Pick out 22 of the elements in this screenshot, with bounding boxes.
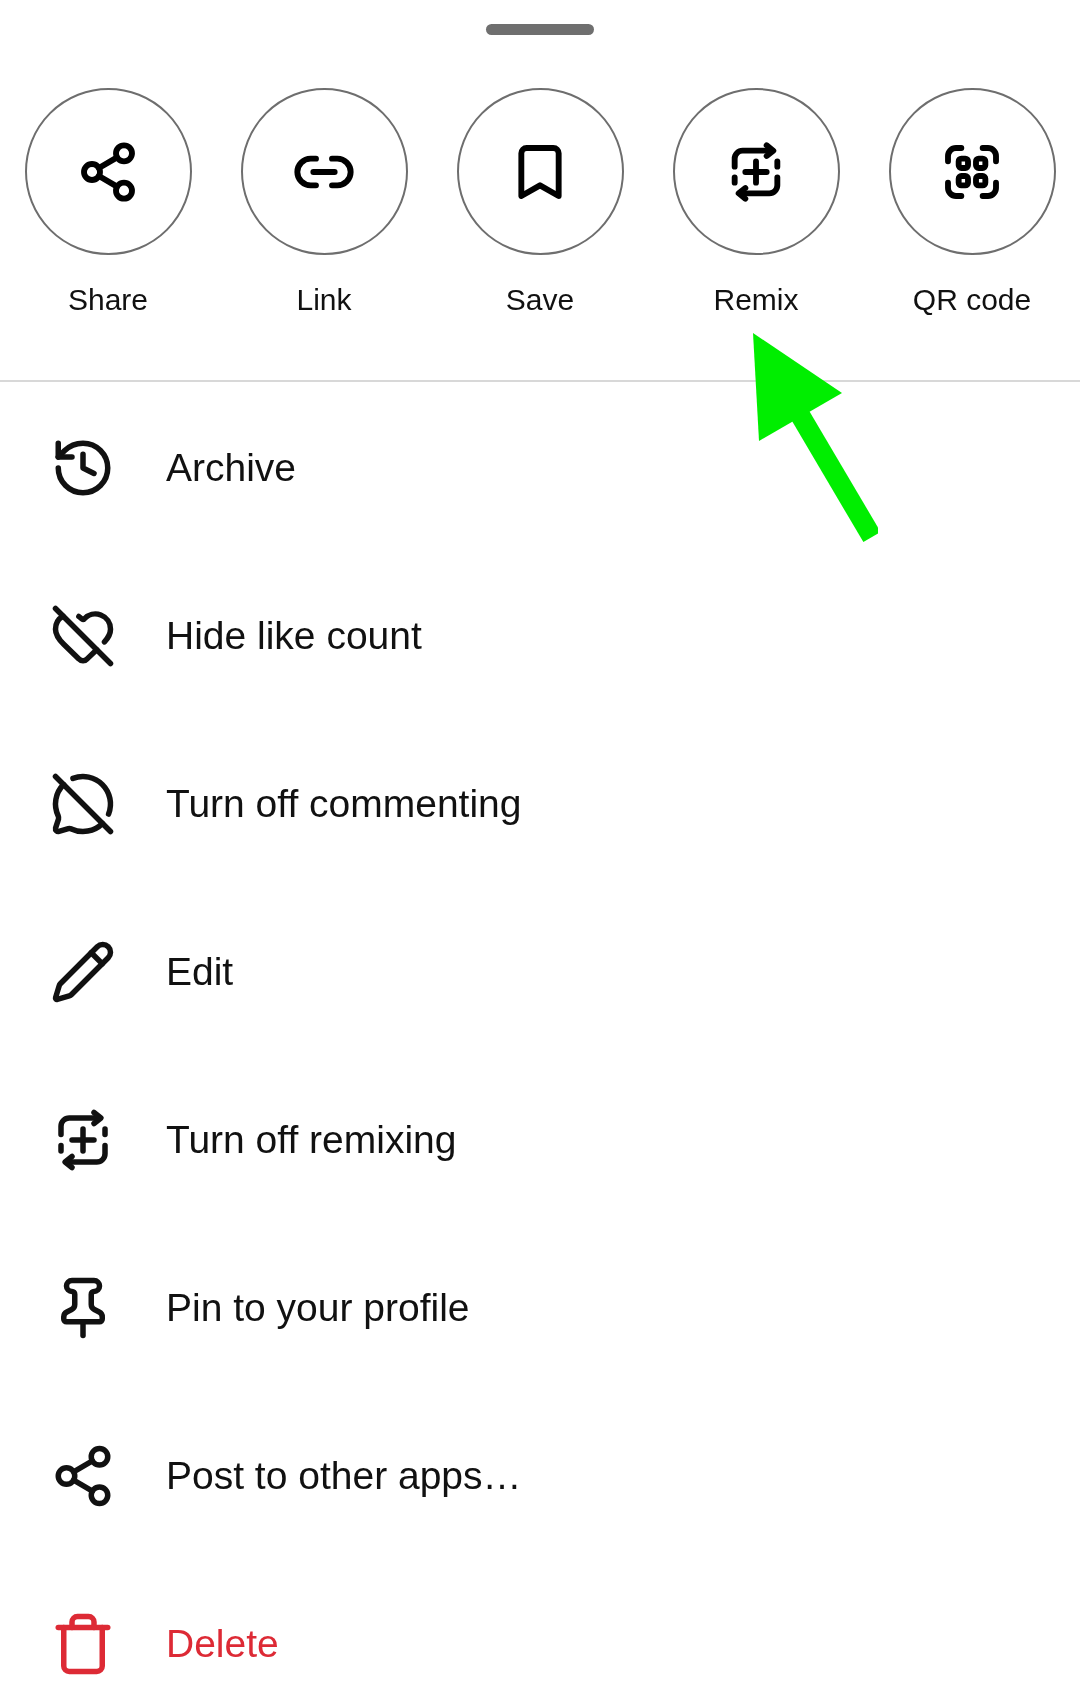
crossed-heart-icon — [50, 603, 116, 669]
action-circle-button[interactable] — [888, 88, 1056, 255]
action-label: Remix — [713, 282, 799, 318]
action-circle-button[interactable] — [24, 88, 192, 255]
menu-item[interactable]: Pin to your profile — [0, 1224, 1080, 1392]
menu-item[interactable]: Turn off remixing — [0, 1056, 1080, 1224]
menu-item[interactable]: Post to other apps… — [0, 1392, 1080, 1560]
drag-handle[interactable] — [486, 24, 594, 35]
action-circle-button[interactable] — [240, 88, 408, 255]
action-label: Link — [296, 282, 352, 318]
action-label: QR code — [912, 282, 1032, 318]
menu-item[interactable]: Hide like count — [0, 552, 1080, 720]
pencil-icon — [50, 939, 116, 1005]
menu-item[interactable]: Delete — [0, 1560, 1080, 1687]
action-circle-button[interactable] — [456, 88, 624, 255]
action-label: Share — [67, 282, 149, 318]
action-circle-button[interactable] — [672, 88, 840, 255]
action-label: Save — [505, 282, 575, 318]
crossed-comment-icon — [50, 771, 116, 837]
menu-item[interactable]: Edit — [0, 888, 1080, 1056]
menu-item[interactable]: Archive — [0, 384, 1080, 552]
menu-item[interactable]: Turn off commenting — [0, 720, 1080, 888]
